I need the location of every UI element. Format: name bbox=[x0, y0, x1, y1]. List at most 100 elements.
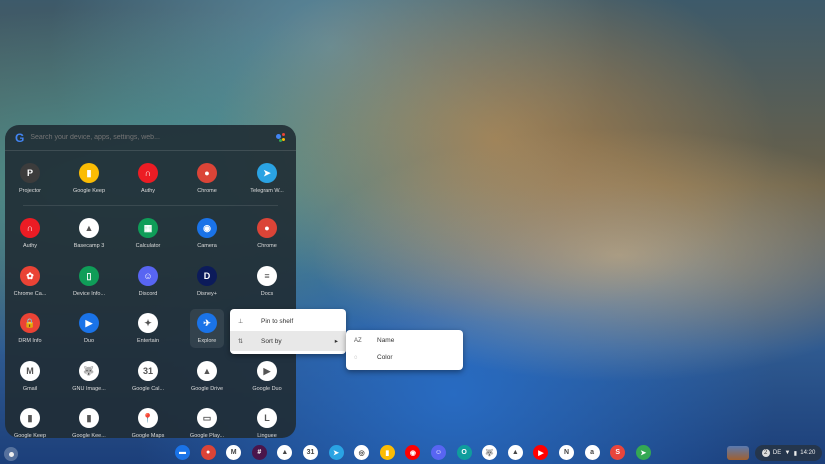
app-telegram-w[interactable]: ➤ Telegram W... bbox=[238, 163, 296, 194]
phone-hub-avatar[interactable] bbox=[727, 446, 749, 460]
app-basecamp-3[interactable]: ▲ Basecamp 3 bbox=[60, 218, 118, 249]
notification-count: 2 bbox=[761, 449, 770, 457]
submenu-arrow-icon: ▸ bbox=[334, 338, 338, 345]
app-icon: ∩ bbox=[20, 218, 40, 238]
app-label: Duo bbox=[83, 338, 95, 344]
shelf-chrome-icon[interactable]: ● bbox=[200, 445, 216, 460]
app-icon: ● bbox=[197, 163, 217, 183]
shelf-amazon-icon[interactable]: a bbox=[584, 445, 600, 460]
app-chrome[interactable]: ● Chrome bbox=[178, 163, 236, 194]
app-disney[interactable]: D Disney+ bbox=[178, 266, 236, 297]
app-icon: P bbox=[20, 163, 40, 183]
app-label: Chrome bbox=[257, 243, 277, 249]
app-duo[interactable]: ▶ Duo bbox=[60, 313, 118, 344]
shelf-netflix-icon[interactable]: N bbox=[559, 445, 574, 460]
shelf-send-icon[interactable]: ➤ bbox=[635, 445, 651, 460]
app-google-keep[interactable]: ▮ Google Keep bbox=[60, 163, 118, 194]
app-label: Gmail bbox=[22, 386, 38, 392]
clock: 14:20 bbox=[800, 450, 816, 456]
app-drm-info[interactable]: 🔒 DRM Info bbox=[5, 313, 59, 344]
app-icon: ✿ bbox=[20, 266, 40, 286]
keyboard-layout: DE bbox=[772, 450, 782, 456]
menu-item-sort-by[interactable]: ⇅ Sort by ▸ bbox=[230, 331, 346, 351]
app-linguee[interactable]: L Linguee bbox=[238, 408, 296, 438]
google-icon: G bbox=[15, 130, 25, 145]
app-device-info[interactable]: ▯ Device Info... bbox=[60, 266, 118, 297]
app-gnu-image[interactable]: 🐺 GNU Image... bbox=[60, 361, 118, 392]
shelf-discord-icon[interactable]: ☺ bbox=[431, 445, 446, 460]
app-label: Google Duo bbox=[252, 386, 282, 392]
app-label: Entertain bbox=[136, 338, 159, 344]
app-discord[interactable]: ☺ Discord bbox=[119, 266, 177, 297]
app-gmail[interactable]: M Gmail bbox=[5, 361, 59, 392]
app-icon: ➤ bbox=[257, 163, 277, 183]
shelf-google-drive-icon[interactable]: ▲ bbox=[507, 445, 523, 460]
app-label: Google Play... bbox=[189, 433, 225, 438]
app-label: Chrome Ca... bbox=[13, 291, 47, 297]
app-icon: ∩ bbox=[138, 163, 158, 183]
app-icon: ▭ bbox=[197, 408, 217, 428]
shelf-slack-icon[interactable]: # bbox=[251, 445, 267, 460]
app-launcher: G P Projector ▮ Google Keep ∩ Authy ● Chrome ➤ Te… bbox=[5, 125, 296, 438]
shelf-outlook-icon[interactable]: O bbox=[456, 445, 472, 460]
menu-item-pin-to-shelf[interactable]: ⊥ Pin to shelf bbox=[230, 311, 346, 331]
app-authy[interactable]: ∩ Authy bbox=[5, 218, 59, 249]
app-chrome-ca[interactable]: ✿ Chrome Ca... bbox=[5, 266, 59, 297]
shelf-google-calendar-icon[interactable]: 31 bbox=[303, 445, 318, 460]
app-icon: ▯ bbox=[79, 266, 99, 286]
app-projector[interactable]: P Projector bbox=[5, 163, 59, 194]
app-label: DRM Info bbox=[18, 338, 42, 344]
app-google-keep[interactable]: ▮ Google Keep bbox=[5, 408, 59, 438]
app-icon: ▦ bbox=[138, 218, 158, 238]
app-icon: 🐺 bbox=[79, 361, 99, 381]
menu-item-sort-name[interactable]: AZ Name bbox=[346, 332, 463, 349]
app-label: Google Keep bbox=[13, 433, 47, 438]
app-label: Google Drive bbox=[190, 386, 224, 392]
app-icon: ▶ bbox=[257, 361, 277, 381]
app-icon: ● bbox=[257, 218, 277, 238]
app-google-drive[interactable]: ▲ Google Drive bbox=[178, 361, 236, 392]
app-label: Google Cal... bbox=[131, 386, 165, 392]
search-bar[interactable]: G bbox=[5, 125, 296, 151]
app-icon: ▲ bbox=[197, 361, 217, 381]
search-input[interactable] bbox=[30, 134, 276, 141]
app-label: Disney+ bbox=[196, 291, 218, 297]
app-chrome[interactable]: ● Chrome bbox=[238, 218, 296, 249]
app-label: Basecamp 3 bbox=[73, 243, 105, 249]
app-camera[interactable]: ◉ Camera bbox=[178, 218, 236, 249]
app-label: Docs bbox=[260, 291, 274, 297]
app-label: Discord bbox=[138, 291, 158, 297]
palette-icon: ◌ bbox=[354, 354, 358, 361]
menu-item-sort-color[interactable]: ◌ Color bbox=[346, 349, 463, 366]
app-icon: L bbox=[257, 408, 277, 428]
app-label: Google Maps bbox=[131, 433, 165, 438]
app-google-duo[interactable]: ▶ Google Duo bbox=[238, 361, 296, 392]
app-google-maps[interactable]: 📍 Google Maps bbox=[119, 408, 177, 438]
assistant-icon[interactable] bbox=[276, 132, 286, 143]
app-icon: 31 bbox=[138, 361, 158, 381]
app-label: Projector bbox=[18, 188, 41, 194]
shelf-google-keep-icon[interactable]: ▮ bbox=[379, 445, 395, 460]
shelf-telegram-icon[interactable]: ➤ bbox=[328, 445, 344, 460]
app-icon: ▶ bbox=[79, 313, 99, 333]
app-icon: ☺ bbox=[138, 266, 158, 286]
app-docs[interactable]: ≡ Docs bbox=[238, 266, 296, 297]
launcher-button[interactable] bbox=[4, 447, 18, 461]
app-authy[interactable]: ∩ Authy bbox=[119, 163, 177, 194]
app-google-kee[interactable]: ▮ Google Kee... bbox=[60, 408, 118, 438]
app-label: Linguee bbox=[257, 433, 277, 438]
app-google-play[interactable]: ▭ Google Play... bbox=[178, 408, 236, 438]
app-entertain[interactable]: ✦ Entertain bbox=[119, 313, 177, 344]
app-google-cal[interactable]: 31 Google Cal... bbox=[119, 361, 177, 392]
app-label: GNU Image... bbox=[72, 386, 106, 392]
app-icon: ▮ bbox=[79, 408, 99, 428]
sort-icon: ⇅ bbox=[238, 338, 244, 345]
pin-icon: ⊥ bbox=[238, 318, 244, 325]
shelf-files-icon[interactable]: ▬ bbox=[175, 445, 190, 460]
app-label: Chrome bbox=[197, 188, 217, 194]
app-calculator[interactable]: ▦ Calculator bbox=[119, 218, 177, 249]
app-label: Device Info... bbox=[72, 291, 106, 297]
app-explore[interactable]: ✈ Explore bbox=[178, 313, 236, 344]
status-tray[interactable]: 2 DE ▼ ▮ 14:20 bbox=[755, 445, 822, 461]
app-icon: ◉ bbox=[197, 218, 217, 238]
